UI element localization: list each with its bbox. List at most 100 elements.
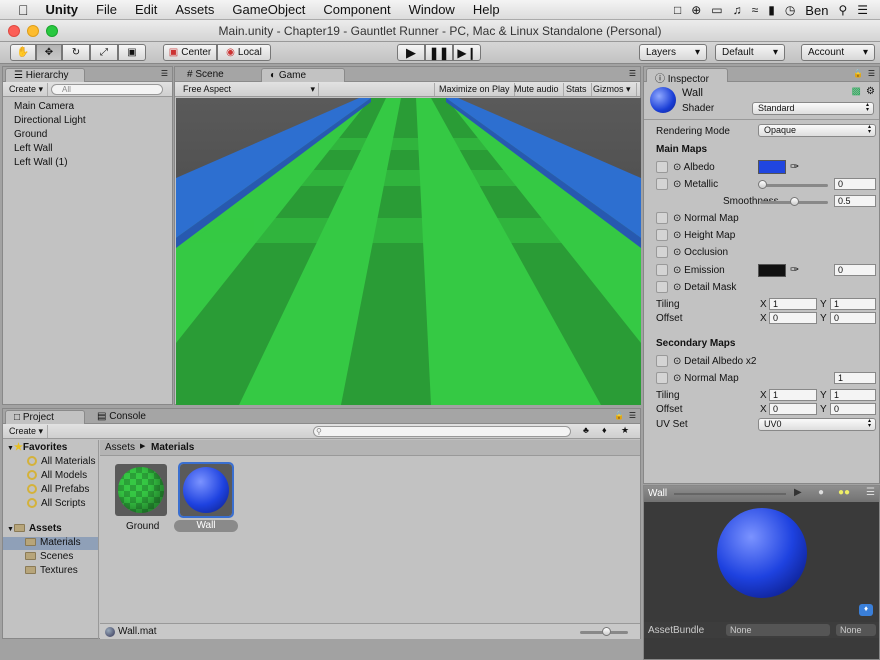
hierarchy-item[interactable]: Directional Light bbox=[14, 115, 86, 126]
maximize-on-play-toggle[interactable]: Maximize on Play bbox=[434, 83, 515, 96]
help-icon[interactable]: ▩ bbox=[852, 86, 861, 97]
hierarchy-create-dropdown[interactable]: Create ▾ bbox=[5, 83, 49, 96]
pivot-center-button[interactable]: ▣ Center bbox=[163, 44, 217, 61]
smoothness-slider-knob[interactable] bbox=[790, 197, 799, 206]
metallic-slider-knob[interactable] bbox=[758, 180, 767, 189]
sphere-preview-icon[interactable]: ● bbox=[818, 487, 824, 498]
pause-button[interactable]: ❚❚ bbox=[425, 44, 453, 61]
secondary-normal-value-field[interactable]: 1 bbox=[834, 372, 876, 384]
tiling2-x-field[interactable]: 1 bbox=[769, 389, 817, 401]
thumbnail-size-knob[interactable] bbox=[602, 627, 611, 636]
eyedropper-icon[interactable]: ✑ bbox=[790, 160, 799, 173]
tab-project[interactable]: □ Project bbox=[5, 410, 85, 424]
mute-audio-toggle[interactable]: Mute audio bbox=[510, 83, 564, 96]
menu-component[interactable]: Component bbox=[314, 2, 399, 17]
uv-set-dropdown[interactable]: UV0 bbox=[758, 418, 876, 431]
favorite-item[interactable]: All Models bbox=[27, 470, 87, 481]
wifi-icon[interactable]: ≈ bbox=[752, 3, 759, 17]
folder-item-scenes[interactable]: Scenes bbox=[25, 551, 73, 562]
layers-dropdown[interactable]: Layers ▾ bbox=[639, 44, 707, 61]
camera-icon[interactable]: □ bbox=[674, 3, 681, 17]
spotlight-icon[interactable]: ⚲ bbox=[838, 3, 847, 17]
stats-toggle[interactable]: Stats bbox=[562, 83, 592, 96]
detail-albedo-slot[interactable] bbox=[656, 355, 668, 367]
tab-inspector[interactable]: ⓘ Inspector bbox=[646, 68, 728, 85]
asset-ground-label[interactable]: Ground bbox=[126, 521, 159, 532]
hierarchy-item[interactable]: Left Wall (1) bbox=[14, 157, 68, 168]
favorites-folder[interactable]: ▼★Favorites bbox=[7, 442, 67, 453]
hierarchy-item[interactable]: Main Camera bbox=[14, 101, 74, 112]
albedo-color-swatch[interactable] bbox=[758, 160, 786, 174]
play-button[interactable]: ▶ bbox=[397, 44, 425, 61]
menu-file[interactable]: File bbox=[87, 2, 126, 17]
menu-assets[interactable]: Assets bbox=[166, 2, 223, 17]
tab-scene[interactable]: # Scene bbox=[179, 68, 259, 82]
aspect-dropdown[interactable]: Free Aspect ▾ bbox=[179, 83, 319, 96]
battery-icon[interactable]: ▮ bbox=[768, 3, 775, 17]
detail-mask-slot[interactable] bbox=[656, 281, 668, 293]
step-button[interactable]: ▶❙ bbox=[453, 44, 481, 61]
panel-menu-icon[interactable]: ☰ bbox=[629, 69, 636, 78]
breadcrumb-assets[interactable]: Assets bbox=[105, 442, 135, 453]
metallic-texture-slot[interactable] bbox=[656, 178, 668, 190]
offset2-y-field[interactable]: 0 bbox=[830, 403, 876, 415]
preview-drag-bar[interactable] bbox=[674, 493, 786, 495]
project-create-dropdown[interactable]: Create ▾ bbox=[5, 425, 49, 438]
asset-wall-label[interactable]: Wall bbox=[174, 520, 238, 532]
rect-tool-button[interactable]: ▣ bbox=[118, 44, 146, 61]
emission-value-field[interactable]: 0 bbox=[834, 264, 876, 276]
hierarchy-item[interactable]: Ground bbox=[14, 129, 47, 140]
folder-item-materials[interactable]: Materials bbox=[3, 537, 98, 550]
assetbundle-dropdown[interactable]: None bbox=[726, 624, 830, 636]
lock-icon[interactable]: 🔒 bbox=[853, 69, 863, 78]
panel-menu-icon[interactable]: ☰ bbox=[866, 487, 875, 498]
albedo-texture-slot[interactable] bbox=[656, 161, 668, 173]
offset-y-field[interactable]: 0 bbox=[830, 312, 876, 324]
tab-hierarchy[interactable]: ☰ Hierarchy bbox=[5, 68, 85, 82]
project-search-input[interactable]: ⚲ bbox=[313, 426, 571, 437]
hierarchy-search-input[interactable]: All bbox=[51, 84, 163, 95]
favorite-star-icon[interactable]: ★ bbox=[621, 425, 629, 436]
app-menu[interactable]: Unity bbox=[37, 2, 88, 17]
light-preview-icon[interactable]: ●● bbox=[838, 487, 850, 498]
shader-dropdown[interactable]: Standard bbox=[752, 102, 874, 115]
normal-map-slot[interactable] bbox=[656, 212, 668, 224]
asset-wall-thumbnail[interactable] bbox=[178, 462, 234, 518]
offset2-x-field[interactable]: 0 bbox=[769, 403, 817, 415]
smoothness-value-field[interactable]: 0.5 bbox=[834, 195, 876, 207]
menu-edit[interactable]: Edit bbox=[126, 2, 166, 17]
secondary-normal-map-slot[interactable] bbox=[656, 372, 668, 384]
play-preview-icon[interactable]: ▶ bbox=[794, 487, 802, 498]
rotate-tool-button[interactable]: ↻ bbox=[62, 44, 90, 61]
apple-menu-icon[interactable]:  bbox=[0, 2, 37, 18]
volume-icon[interactable]: ♫ bbox=[733, 3, 742, 17]
hierarchy-item[interactable]: Left Wall bbox=[14, 143, 53, 154]
filter-type-icon[interactable]: ♣ bbox=[583, 425, 589, 435]
filter-label-icon[interactable]: ♦ bbox=[602, 425, 607, 435]
gizmos-dropdown[interactable]: Gizmos ▾ bbox=[589, 83, 637, 96]
breadcrumb-materials[interactable]: Materials bbox=[151, 442, 194, 453]
favorite-item[interactable]: All Materials bbox=[27, 456, 95, 467]
assets-folder[interactable]: ▼ Assets bbox=[7, 523, 62, 534]
tiling-y-field[interactable]: 1 bbox=[830, 298, 876, 310]
eyedropper-icon[interactable]: ✑ bbox=[790, 263, 799, 276]
user-name[interactable]: Ben bbox=[805, 3, 828, 18]
pivot-local-button[interactable]: ◉ Local bbox=[217, 44, 271, 61]
metallic-slider[interactable] bbox=[760, 184, 828, 187]
clock-icon[interactable]: ◷ bbox=[785, 3, 795, 17]
tiling-x-field[interactable]: 1 bbox=[769, 298, 817, 310]
tab-game[interactable]: ◐ Game bbox=[261, 68, 345, 82]
emission-color-swatch[interactable] bbox=[758, 264, 786, 277]
move-tool-button[interactable]: ✥ bbox=[36, 44, 62, 61]
menu-gameobject[interactable]: GameObject bbox=[223, 2, 314, 17]
emission-slot[interactable] bbox=[656, 264, 668, 276]
tag-icon[interactable]: ♦ bbox=[859, 604, 873, 616]
occlusion-slot[interactable] bbox=[656, 246, 668, 258]
gear-icon[interactable]: ⚙ bbox=[866, 86, 875, 97]
asset-ground-thumbnail[interactable] bbox=[115, 464, 167, 516]
favorite-item[interactable]: All Prefabs bbox=[27, 484, 89, 495]
arrow-icon[interactable]: ⊕ bbox=[691, 3, 701, 17]
metallic-value-field[interactable]: 0 bbox=[834, 178, 876, 190]
rendering-mode-dropdown[interactable]: Opaque bbox=[758, 124, 876, 137]
menu-help[interactable]: Help bbox=[464, 2, 509, 17]
